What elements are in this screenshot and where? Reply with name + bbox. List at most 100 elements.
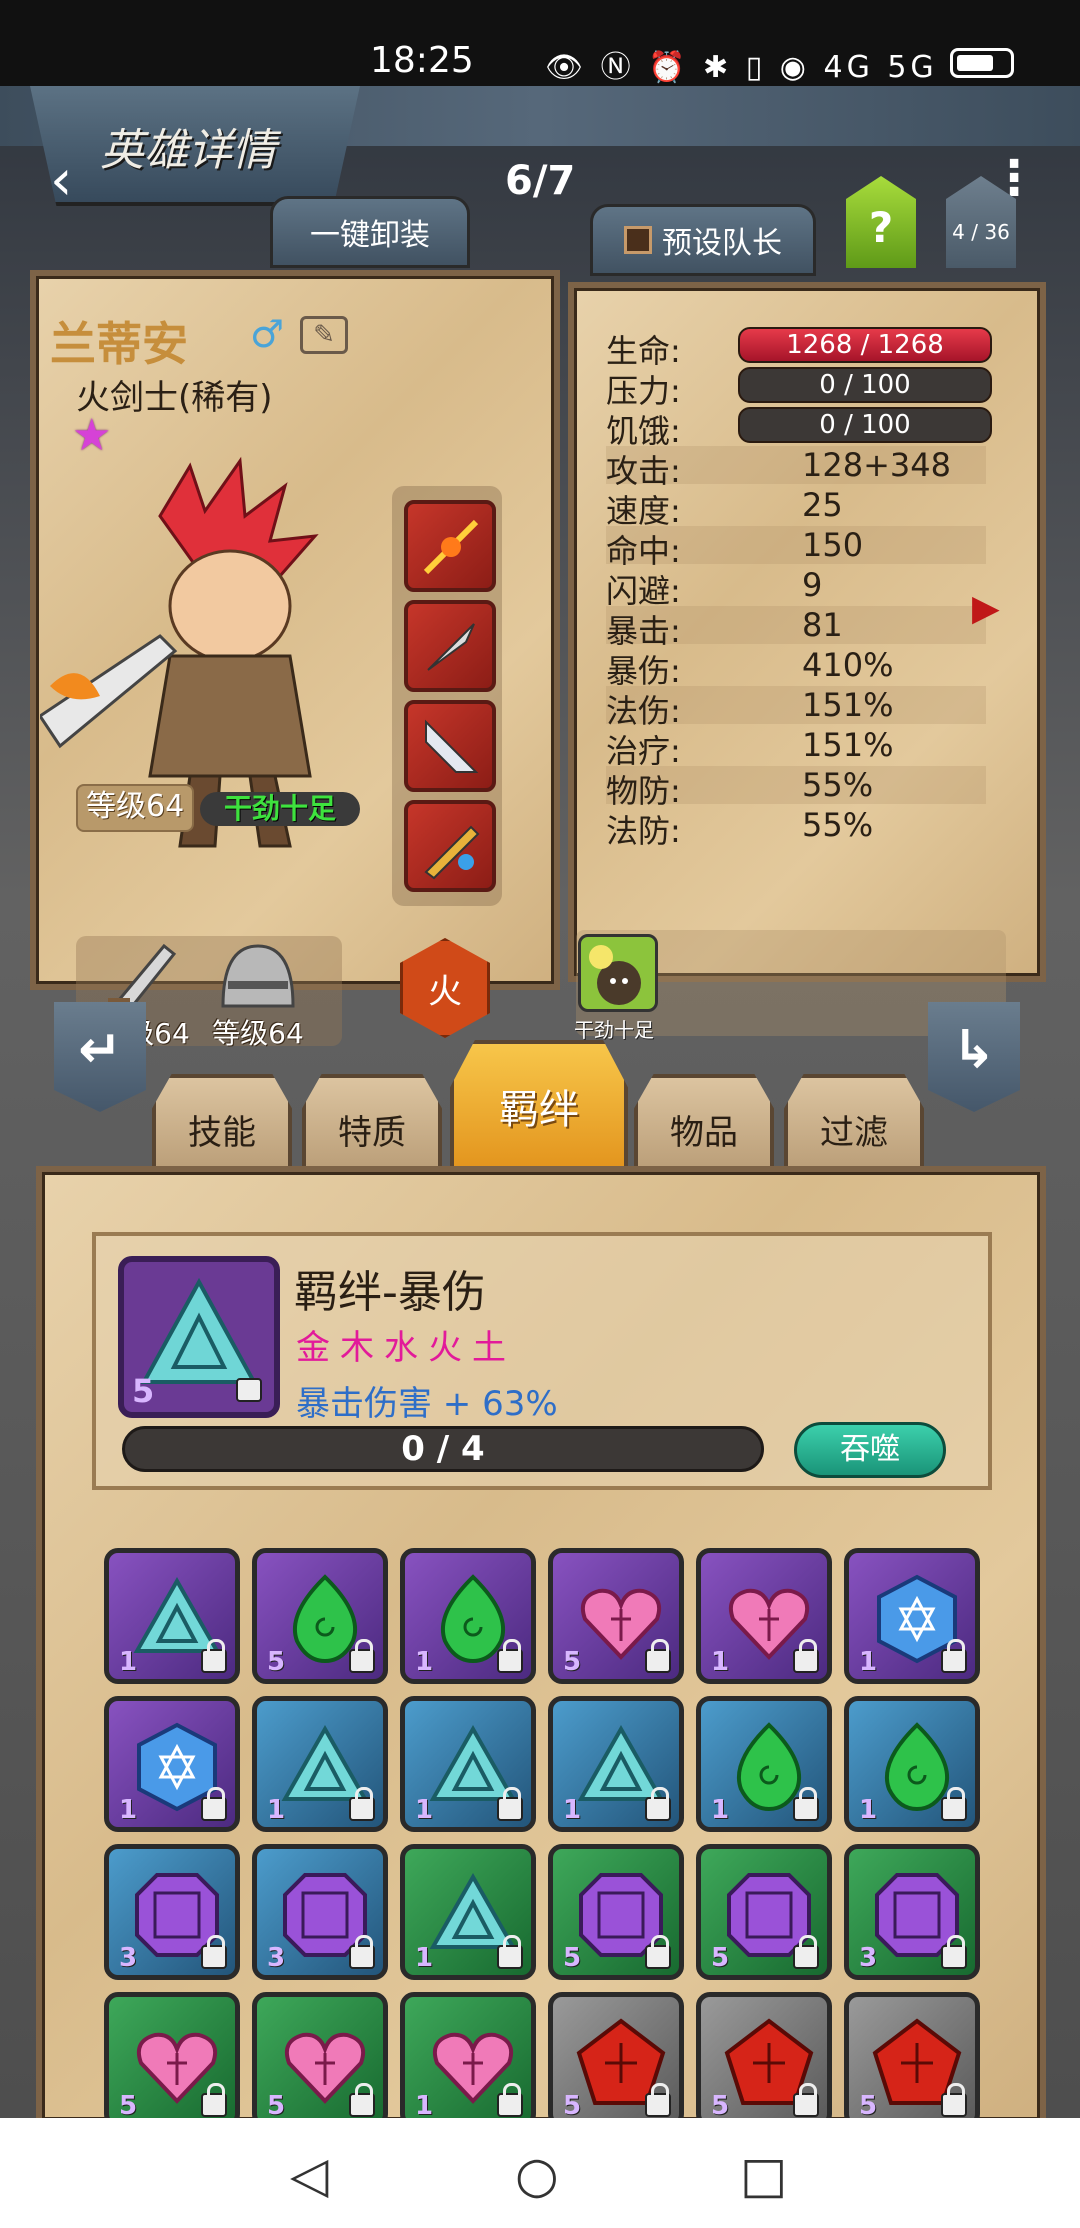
bond-effect: 暴击伤害 + 63% [296,1384,558,1424]
stat-row: 法防: 55% [606,806,986,850]
bond-gem-count: 5 [132,1372,155,1410]
devour-label: 吞噬 [840,1432,900,1467]
gem-slot[interactable]: 5 [104,1992,240,2128]
tab-bonds[interactable]: 羁绊 [450,1040,628,1172]
gem-slot[interactable]: 1 [400,1548,536,1684]
lock-icon [645,1787,671,1821]
next-hero-arrow-icon[interactable]: ↳ [928,1002,1020,1112]
gem-count: 1 [563,1795,582,1825]
stat-row: 攻击: 128+348 [606,446,986,490]
gem-slot[interactable]: 5 [548,1844,684,1980]
bond-elements: 金木水火土 [296,1328,516,1368]
lock-icon [349,2083,375,2117]
nav-recents-icon[interactable]: □ [740,2146,787,2204]
edit-name-icon[interactable]: ✎ [300,316,348,354]
gem-slot[interactable]: 1 [104,1548,240,1684]
gem-count: 5 [711,1943,730,1973]
gem-count: 1 [859,1647,878,1677]
stat-row: 命中: 150 [606,526,986,570]
gem-count: 1 [711,1795,730,1825]
nav-home-icon[interactable]: ○ [515,2146,559,2204]
gear-helmet[interactable]: 等级64 [198,936,318,1050]
gem-count: 3 [859,1943,878,1973]
stat-value: 150 [802,526,864,564]
gem-count: 5 [859,2091,878,2121]
element-label: 火 [428,971,462,1012]
golden-blade-icon [424,825,480,880]
stat-row: 法伤: 151% [606,686,986,730]
hero-name: 兰蒂安 [50,317,188,371]
tab-items-label: 物品 [670,1112,738,1153]
flame-weapon-icon [423,519,479,575]
gem-slot[interactable]: 1 [400,1844,536,1980]
lock-icon [645,2083,671,2117]
lock-icon [497,1935,523,1969]
gem-slot[interactable]: 3 [844,1844,980,1980]
gem-count: 3 [119,1943,138,1973]
gem-slot[interactable]: 5 [696,1844,832,1980]
tab-filter[interactable]: 过滤 [784,1074,924,1170]
bond-progress-bar: 0 / 4 [122,1426,764,1472]
rarity-star-icon: ★ [72,410,112,461]
stat-value: 55% [802,766,874,804]
tab-skills[interactable]: 技能 [152,1074,292,1170]
gem-slot[interactable]: 5 [696,1992,832,2128]
equip-slot-weapon[interactable] [404,500,496,592]
tab-traits[interactable]: 特质 [302,1074,442,1170]
gem-count: 1 [119,1795,138,1825]
gem-slot[interactable]: 3 [104,1844,240,1980]
gem-slot[interactable]: 3 [252,1844,388,1980]
clock: 18:25 [370,40,474,81]
checkbox-icon[interactable] [624,226,652,254]
gem-slot[interactable]: 1 [104,1696,240,1832]
gem-slot[interactable]: 1 [252,1696,388,1832]
helmet-icon [221,944,295,1008]
trait-mood-icon[interactable] [578,934,658,1012]
gem-slot[interactable]: 5 [252,1548,388,1684]
lock-icon [349,1935,375,1969]
prev-hero-arrow-icon[interactable]: ↵ [54,1002,146,1112]
gem-slot[interactable]: 1 [696,1696,832,1832]
gem-slot[interactable]: 5 [548,1548,684,1684]
gem-slot[interactable]: 1 [844,1548,980,1684]
stat-row: 暴击: 81 [606,606,986,650]
gem-slot[interactable]: 5 [252,1992,388,2128]
lock-icon [793,1639,819,1673]
stats-expand-arrow-icon[interactable]: ▶ [972,588,1000,629]
preset-leader-toggle[interactable]: 预设队长 [590,204,816,276]
equip-slot-accessory[interactable] [404,700,496,792]
tab-filter-label: 过滤 [820,1112,888,1153]
tab-items[interactable]: 物品 [634,1074,774,1170]
hero-level: 等级64 [76,784,195,832]
lock-icon [941,1935,967,1969]
gem-count: 3 [267,1943,286,1973]
lock-icon [201,1935,227,1969]
stat-value: 410% [802,646,894,684]
lock-icon [793,2083,819,2117]
equip-slot-offhand[interactable] [404,600,496,692]
bond-title: 羁绊-暴伤 [294,1267,486,1318]
gem-slot[interactable]: 1 [400,1696,536,1832]
tab-skills-label: 技能 [188,1112,256,1153]
gem-slot[interactable]: 5 [844,1992,980,2128]
gem-slot[interactable]: 1 [548,1696,684,1832]
tab-bonds-label: 羁绊 [499,1087,579,1133]
gem-count: 1 [711,1647,730,1677]
lock-icon [201,1787,227,1821]
devour-button[interactable]: 吞噬 [794,1422,946,1478]
stat-key: 法防: [606,812,681,850]
bond-gem-slot[interactable]: 5 [118,1256,280,1418]
back-arrow-icon[interactable]: ‹ [50,148,72,213]
stat-row: 速度: 25 [606,486,986,530]
gem-slot[interactable]: 1 [696,1548,832,1684]
stat-value: 151% [802,686,894,724]
equip-slot-trinket[interactable] [404,800,496,892]
lock-icon [349,1639,375,1673]
unequip-all-button[interactable]: 一键卸装 [270,196,470,268]
gem-count: 5 [267,1647,286,1677]
help-label: ? [868,202,894,252]
gem-slot[interactable]: 1 [400,1992,536,2128]
gem-slot[interactable]: 1 [844,1696,980,1832]
nav-back-icon[interactable]: ◁ [290,2146,328,2204]
gem-slot[interactable]: 5 [548,1992,684,2128]
